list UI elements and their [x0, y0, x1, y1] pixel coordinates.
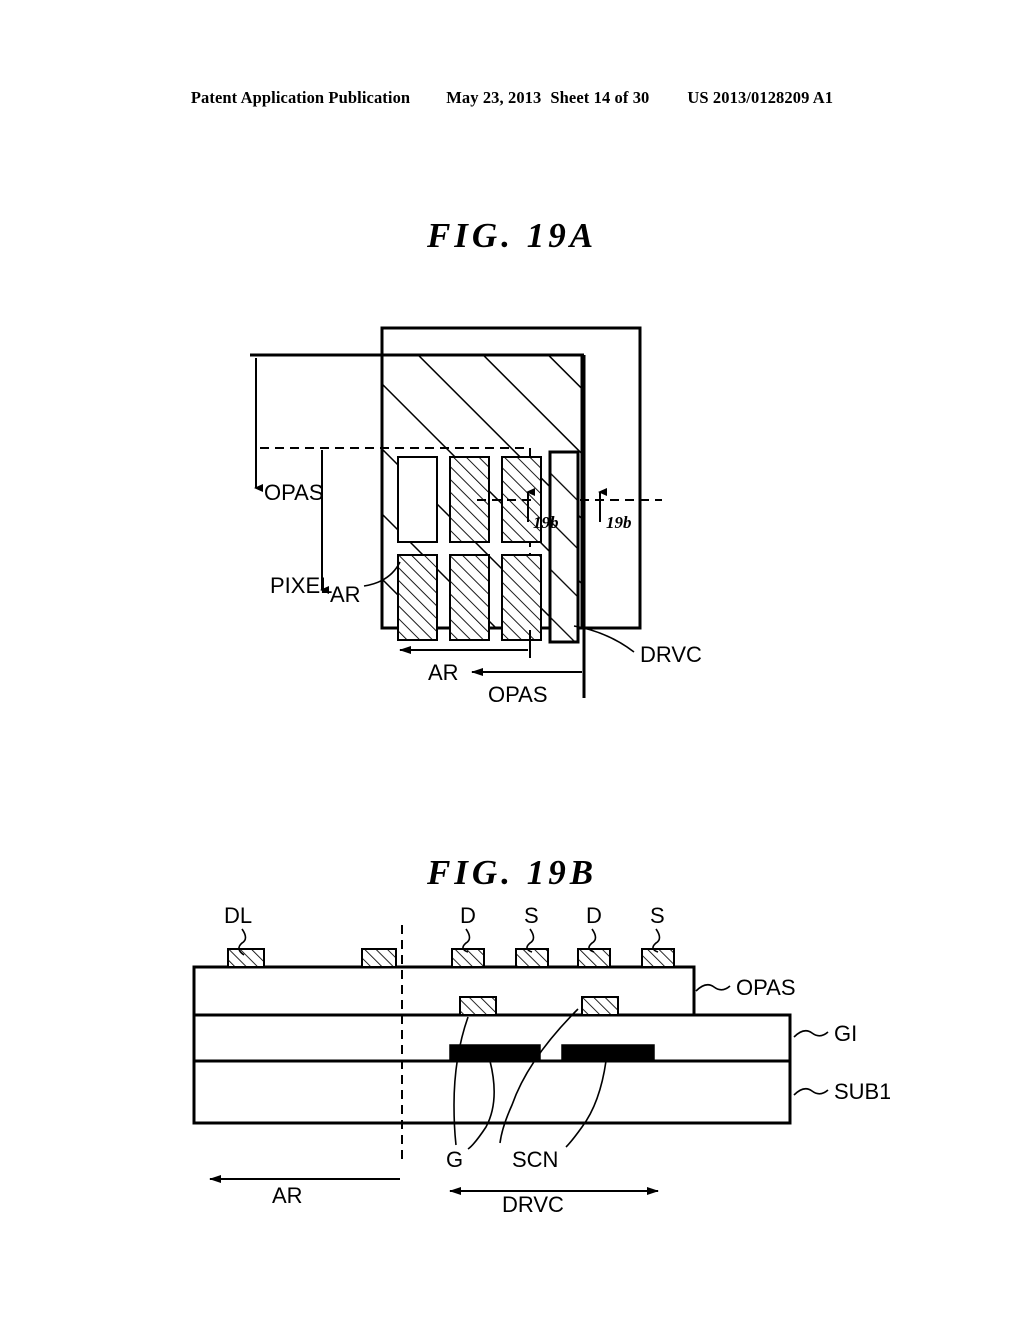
ar-label-top: AR — [330, 582, 361, 607]
electrode-label-d2: D — [586, 905, 602, 928]
electrode-label-s2: S — [650, 905, 665, 928]
pixel-cell — [450, 555, 489, 640]
sub1-leader-line — [793, 1087, 829, 1096]
g-label: G — [446, 1147, 463, 1172]
section-label-right: 19b — [606, 513, 632, 532]
figure-19b-title: FIG. 19B — [426, 853, 598, 892]
page-header: Patent Application Publication May 23, 20… — [0, 88, 1024, 108]
semiconductor-pad — [582, 997, 618, 1015]
header-document-number: US 2013/0128209 A1 — [687, 88, 834, 107]
opas-label-top: OPAS — [264, 480, 324, 505]
scn-label: SCN — [512, 1147, 558, 1172]
dl-pad — [362, 949, 396, 967]
ar-label-bottom: AR — [428, 660, 459, 685]
electrode-label-d1: D — [460, 905, 476, 928]
gate-electrode — [449, 1044, 541, 1061]
ar-dimension-label: AR — [272, 1183, 303, 1205]
top-electrode-pads — [227, 948, 675, 968]
figure-19b-drawing: DL D S D S OPAS GI SUB1 G SCN AR — [192, 905, 890, 1205]
patent-page: Patent Application Publication May 23, 20… — [0, 0, 1024, 1320]
electrode-label-s1: S — [524, 905, 539, 928]
header-publication: Patent Application Publication — [190, 88, 411, 107]
opas-label-bottom: OPAS — [488, 682, 548, 707]
gate-electrode — [561, 1044, 655, 1061]
drvc-bar-fill — [550, 452, 578, 642]
section-label-left: 19b — [533, 513, 559, 532]
gi-layer-label: GI — [834, 1021, 857, 1046]
figure-19a-title: FIG. 19A — [426, 216, 598, 255]
dl-label: DL — [224, 905, 252, 928]
header-sheet: Sheet 14 of 30 — [550, 88, 650, 107]
drvc-dimension-label: DRVC — [502, 1192, 564, 1217]
pixel-cell — [398, 457, 437, 542]
figure-19a-drawing: 19b 19b OPAS AR PIXEL DRVC AR OPAS — [250, 326, 702, 707]
pixel-label: PIXEL — [270, 573, 332, 598]
sub1-layer-label: SUB1 — [834, 1079, 890, 1104]
gi-leader-line — [793, 1029, 829, 1038]
header-date: May 23, 2013 — [446, 88, 542, 107]
opas-leader-line — [695, 983, 731, 992]
dl-pad — [228, 949, 264, 967]
semiconductor-pad — [460, 997, 496, 1015]
pixel-cell — [398, 555, 437, 640]
opas-layer-label: OPAS — [736, 975, 796, 1000]
drvc-label: DRVC — [640, 642, 702, 667]
pixel-cell — [502, 555, 541, 640]
